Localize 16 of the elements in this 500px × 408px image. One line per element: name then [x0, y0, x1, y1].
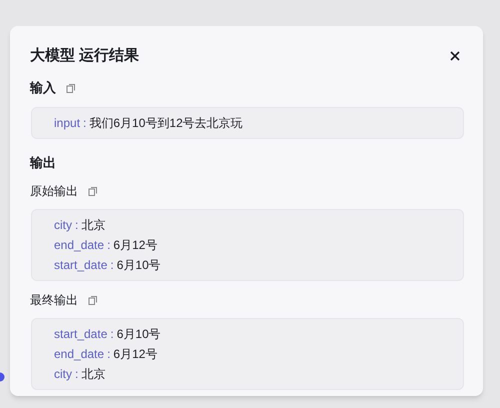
- copy-icon[interactable]: [66, 82, 76, 93]
- field-line: end_date : 6月12号: [54, 237, 158, 254]
- field-line: city : 北京: [54, 366, 106, 383]
- close-icon: [450, 51, 460, 61]
- section-label: 原始输出: [30, 183, 78, 200]
- section-label: 最终输出: [30, 292, 78, 309]
- dialog-title: 大模型 运行结果: [30, 46, 140, 66]
- field-line: input : 我们6月10号到12号去北京玩: [54, 114, 244, 132]
- field-line: end_date : 6月12号: [54, 346, 158, 363]
- copy-icon[interactable]: [88, 186, 98, 196]
- field-line: city : 北京: [54, 217, 106, 234]
- section-label: 输入: [30, 79, 56, 97]
- field-line: start_date : 6月10号: [54, 257, 162, 274]
- copy-icon[interactable]: [88, 295, 98, 305]
- field-line: start_date : 6月10号: [54, 326, 162, 343]
- section-heading: 输出: [30, 154, 57, 172]
